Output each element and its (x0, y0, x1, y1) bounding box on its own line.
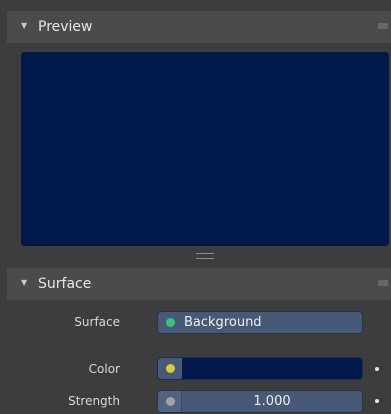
color-label: Color (88, 362, 120, 376)
surface-shader-value: Background (184, 315, 262, 330)
strength-number-field[interactable]: 1.000 (157, 390, 363, 413)
preview-resize-handle[interactable] (196, 253, 214, 259)
drag-grip-icon[interactable] (378, 23, 388, 29)
strength-value: 1.000 (253, 394, 291, 409)
preview-panel-header[interactable]: ▼ Preview (7, 11, 391, 43)
surface-shader-selector[interactable]: Background (157, 311, 363, 334)
surface-panel-title: Surface (38, 276, 92, 292)
strength-label: Strength (68, 394, 120, 408)
shader-socket-icon (166, 318, 175, 327)
value-socket-icon (166, 397, 175, 406)
drag-grip-icon[interactable] (378, 280, 388, 286)
preview-panel-title: Preview (38, 19, 93, 35)
collapse-triangle-icon: ▼ (21, 278, 28, 287)
color-socket-icon (166, 364, 175, 373)
surface-panel-header[interactable]: ▼ Surface (7, 268, 391, 300)
strength-keyframe-dot-icon[interactable] (375, 399, 379, 403)
color-swatch-field[interactable] (157, 357, 363, 380)
collapse-triangle-icon: ▼ (21, 21, 28, 30)
color-socket-button[interactable] (158, 358, 182, 379)
strength-socket-button[interactable] (158, 391, 182, 412)
material-preview (21, 52, 389, 246)
properties-editor: ▼ Preview ▼ Surface Surface Background C… (0, 0, 391, 414)
color-keyframe-dot-icon[interactable] (375, 367, 379, 371)
surface-label: Surface (74, 315, 120, 329)
